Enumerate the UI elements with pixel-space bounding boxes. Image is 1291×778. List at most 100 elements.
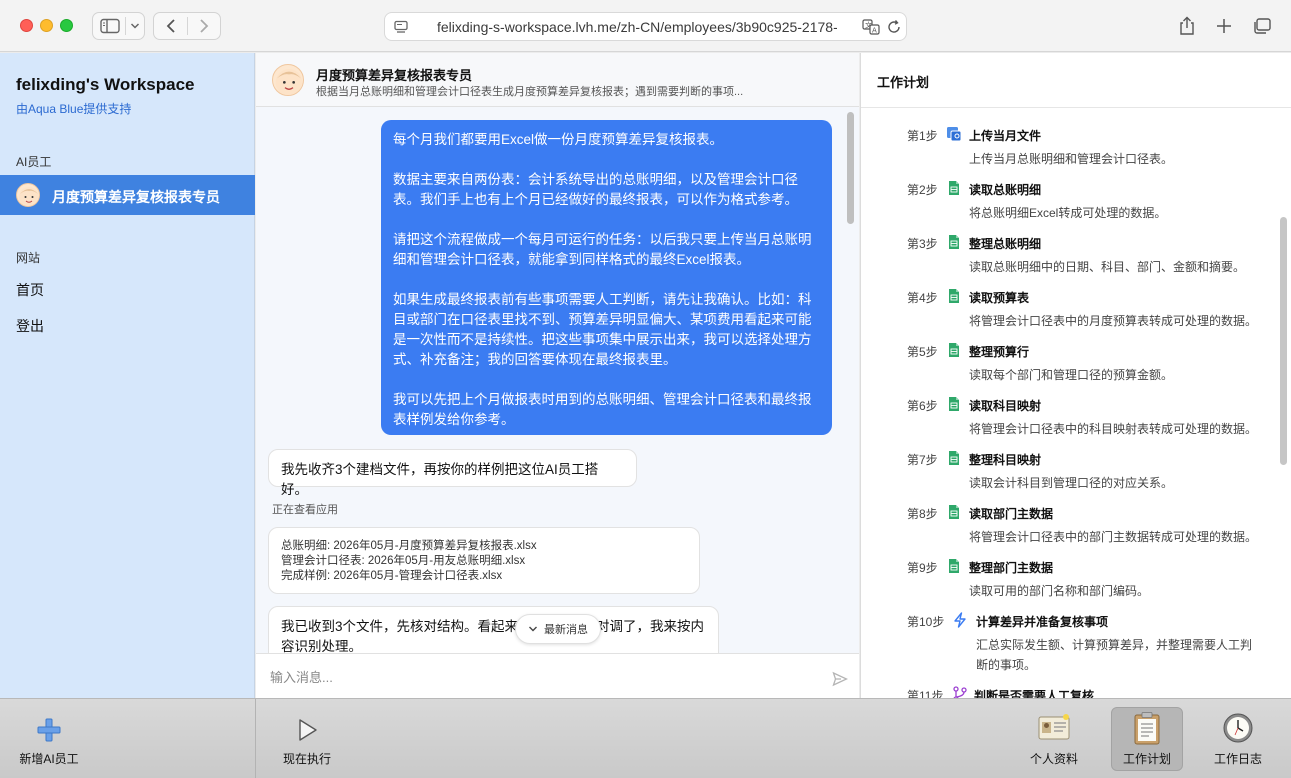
message-input[interactable] [270, 666, 810, 688]
work-plan-button[interactable]: 工作计划 [1111, 699, 1183, 778]
chat-header: 月度预算差异复核报表专员 根据当月总账明细和管理会计口径表生成月度预算差异复核报… [256, 53, 859, 107]
work-log-label: 工作日志 [1213, 752, 1262, 766]
new-employee-button[interactable]: 新增AI员工 [12, 699, 86, 778]
sheet-icon [946, 558, 962, 574]
sidebar-item-label: 月度预算差异复核报表专员 [52, 189, 220, 205]
chat-messages[interactable]: 每个月我们都要用Excel做一份月度预算差异复核报表。 数据主要来自两份表：会计… [256, 107, 859, 653]
chevron-down-icon [529, 626, 537, 632]
play-icon [299, 719, 317, 741]
address-bar[interactable]: felixding-s-workspace.lvh.me/zh-CN/emplo… [384, 12, 907, 41]
upload-icon [946, 126, 962, 142]
bottom-toolbar: 新增AI员工 现在执行 个人资料 工作计划 工作日志 [0, 698, 1291, 778]
step-number: 第11步 [907, 689, 944, 698]
step-title: 整理总账明细 [969, 237, 1042, 251]
step-title: 读取预算表 [969, 291, 1030, 305]
tab-overview-icon[interactable] [1247, 12, 1277, 40]
clipboard-icon [1134, 712, 1160, 745]
panel-header: 工作计划 [861, 53, 1291, 108]
chat-description: 根据当月总账明细和管理会计口径表生成月度预算差异复核报表；遇到需要判断的事项..… [316, 86, 744, 98]
sheet-icon [946, 234, 962, 250]
sidebar-item-home[interactable]: 首页 [16, 280, 44, 300]
sidebar-toggle-group [92, 12, 145, 40]
step-description: 将管理会计口径表中的月度预算表转成可处理的数据。 [969, 314, 1258, 328]
user-message-bubble: 每个月我们都要用Excel做一份月度预算差异复核报表。 数据主要来自两份表：会计… [381, 120, 832, 435]
svg-text:A: A [872, 27, 877, 35]
share-icon[interactable] [1172, 12, 1202, 40]
step-number: 第8步 [907, 507, 938, 521]
sheet-icon [946, 180, 962, 196]
file-item: 完成样例: 2026年05月-管理会计口径表.xlsx [281, 570, 503, 582]
step-number: 第5步 [907, 345, 938, 359]
chat-title: 月度预算差异复核报表专员 [316, 68, 473, 83]
step-description: 汇总实际发生额、计算预算差异，并整理需要人工判断的事项。 [976, 638, 1253, 672]
new-tab-icon[interactable] [1209, 12, 1239, 40]
url-text: felixding-s-workspace.lvh.me/zh-CN/emplo… [437, 19, 837, 35]
step-title: 读取部门主数据 [969, 507, 1054, 521]
chevron-down-icon[interactable] [126, 13, 144, 39]
reload-icon[interactable] [886, 19, 902, 40]
nav-group [153, 12, 221, 40]
step-description: 读取每个部门和管理口径的预算金额。 [969, 368, 1174, 382]
step-description: 将总账明细Excel转成可处理的数据。 [969, 206, 1167, 220]
step-title: 上传当月文件 [969, 129, 1042, 143]
plus-icon [37, 718, 61, 742]
minimize-window-button[interactable] [40, 19, 53, 32]
employee-avatar [16, 183, 40, 207]
bot-message-bubble: 我先收齐3个建档文件，再按你的样例把这位AI员工搭好。 [268, 449, 637, 497]
message-paragraph: 请把这个流程做成一个每月可运行的任务：以后我只要上传当月总账明细和管理会计口径表… [393, 232, 812, 267]
message-text: 我已收到3个文件，先核对结构。看起来 [281, 619, 519, 634]
step-number: 第3步 [907, 237, 938, 251]
plan-steps[interactable]: 第1步 上传当月文件 上传当月总账明细和管理会计口径表。 第2步 读取总账明细 … [861, 109, 1291, 698]
step-description: 将管理会计口径表中的科目映射表转成可处理的数据。 [969, 422, 1258, 436]
message-paragraph: 我可以先把上个月做报表时用到的总账明细、管理会计口径表和最终报表样例发给你参考。 [393, 392, 812, 427]
step-title: 读取科目映射 [969, 399, 1042, 413]
message-text: 容识别处理。 [281, 639, 362, 653]
profile-button[interactable]: 个人资料 [1018, 699, 1090, 778]
work-log-button[interactable]: 工作日志 [1202, 699, 1274, 778]
new-messages-button[interactable]: 最新消息 [515, 614, 601, 644]
back-icon[interactable] [156, 13, 186, 39]
panel-title: 工作计划 [877, 75, 930, 90]
zoom-window-button[interactable] [60, 19, 73, 32]
step-title: 整理预算行 [969, 345, 1030, 359]
chat-scrollbar[interactable] [847, 112, 854, 224]
sidebar: felixding's Workspace 由Aqua Blue提供支持 AI员… [0, 53, 255, 698]
work-plan-label: 工作计划 [1122, 752, 1171, 766]
forward-icon[interactable] [189, 13, 219, 39]
clock-icon [1223, 713, 1253, 743]
step-number: 第4步 [907, 291, 938, 305]
step-number: 第7步 [907, 453, 938, 467]
workspace-title: felixding's Workspace [16, 75, 195, 94]
step-number: 第2步 [907, 183, 938, 197]
file-item: 总账明细: 2026年05月-月度预算差异复核报表.xlsx [281, 540, 537, 552]
message-paragraph: 每个月我们都要用Excel做一份月度预算差异复核报表。 [393, 132, 724, 147]
step-title: 整理科目映射 [969, 453, 1042, 467]
window-titlebar: felixding-s-workspace.lvh.me/zh-CN/emplo… [0, 0, 1291, 52]
sheet-icon [946, 450, 962, 466]
sheet-icon [946, 288, 962, 304]
step-number: 第6步 [907, 399, 938, 413]
page-settings-icon[interactable] [393, 19, 409, 40]
step-title: 读取总账明细 [969, 183, 1042, 197]
step-description: 读取可用的部门名称和部门编码。 [969, 584, 1150, 598]
sidebar-item-active-employee[interactable]: 月度预算差异复核报表专员 [0, 175, 255, 215]
step-number: 第1步 [907, 129, 938, 143]
message-text: 对调了，我来按内 [596, 619, 705, 634]
step-title: 判断是否需要人工复核 [974, 689, 1095, 698]
plan-scrollbar[interactable] [1280, 217, 1287, 465]
send-icon[interactable] [832, 671, 849, 692]
powered-by-link[interactable]: 由Aqua Blue提供支持 [16, 100, 131, 117]
toolbar-divider [255, 699, 256, 778]
step-title: 整理部门主数据 [969, 561, 1054, 575]
sidebar-toggle-icon[interactable] [97, 13, 123, 39]
close-window-button[interactable] [20, 19, 33, 32]
sidebar-item-logout[interactable]: 登出 [16, 316, 44, 336]
sheet-icon [946, 342, 962, 358]
employee-avatar [272, 64, 304, 96]
profile-label: 个人资料 [1029, 752, 1078, 766]
work-plan-panel: 工作计划 第1步 上传当月文件 上传当月总账明细和管理会计口径表。 第2步 读取… [860, 53, 1291, 698]
status-text: 正在查看应用 [272, 504, 338, 516]
run-now-button[interactable]: 现在执行 [270, 699, 344, 778]
step-description: 将管理会计口径表中的部门主数据转成可处理的数据。 [969, 530, 1258, 544]
translate-icon[interactable]: 文A [862, 18, 880, 41]
